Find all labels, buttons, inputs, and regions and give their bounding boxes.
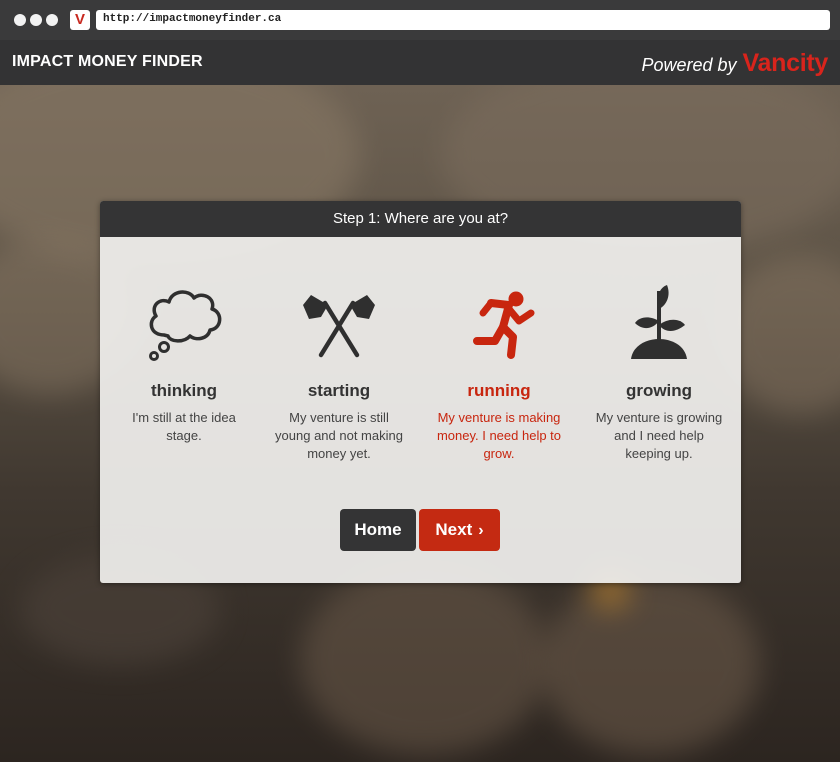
powered-by-label: Powered by bbox=[641, 55, 737, 75]
thought-bubble-icon bbox=[149, 290, 222, 361]
chevron-right-icon: › bbox=[478, 522, 484, 539]
option-description: I'm still at the idea stage. bbox=[132, 410, 236, 443]
address-bar[interactable]: http://impactmoneyfinder.ca bbox=[96, 10, 830, 30]
window-maximize-dot[interactable] bbox=[46, 14, 58, 26]
option-running[interactable]: running My venture is making money. I ne… bbox=[424, 281, 574, 463]
option-label: thinking bbox=[150, 381, 218, 400]
option-description: My venture is growing and I need help ke… bbox=[595, 410, 723, 461]
vancity-logo[interactable]: Vancity bbox=[743, 49, 829, 78]
next-button[interactable]: Next › bbox=[419, 509, 500, 551]
window-minimize-dot[interactable] bbox=[30, 14, 42, 26]
running-person-icon bbox=[473, 291, 535, 359]
next-button-label: Next bbox=[435, 520, 473, 539]
home-button[interactable]: Home bbox=[340, 509, 416, 551]
option-description: My venture is making money. I need help … bbox=[436, 410, 562, 461]
site-favicon-icon: V bbox=[70, 10, 90, 30]
url-text: http://impactmoneyfinder.ca bbox=[103, 13, 282, 25]
option-description: My venture is still young and not making… bbox=[275, 410, 403, 461]
step-dialog: Step 1: Where are you at? thinking I'm s… bbox=[100, 201, 741, 583]
dialog-title: Step 1: Where are you at? bbox=[100, 201, 741, 237]
option-growing[interactable]: growing My venture is growing and I need… bbox=[584, 281, 734, 463]
site-header: IMPACT MONEY FINDER Powered by Vancity bbox=[0, 40, 840, 85]
crossed-flags-icon bbox=[303, 295, 375, 358]
browser-toolbar: V http://impactmoneyfinder.ca bbox=[0, 0, 840, 40]
option-label: starting bbox=[307, 381, 371, 400]
powered-by: Powered by Vancity bbox=[641, 49, 828, 78]
window-close-dot[interactable] bbox=[14, 14, 26, 26]
option-label: running bbox=[467, 381, 531, 400]
option-label: growing bbox=[625, 381, 693, 400]
sprout-plant-icon bbox=[631, 285, 687, 359]
option-starting[interactable]: starting My venture is still young and n… bbox=[264, 281, 414, 463]
site-brand[interactable]: IMPACT MONEY FINDER bbox=[12, 53, 203, 71]
option-thinking[interactable]: thinking I'm still at the idea stage. bbox=[109, 281, 259, 445]
